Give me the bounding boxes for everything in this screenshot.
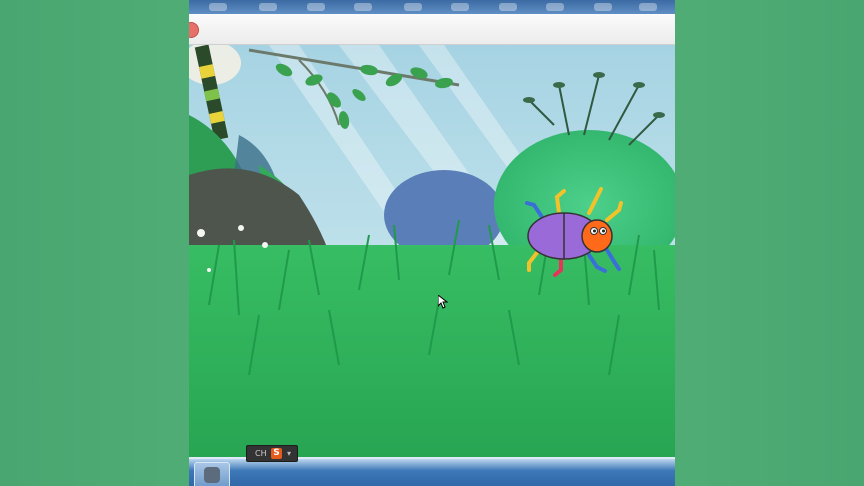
scratch-stage[interactable] [189, 45, 675, 457]
grass-field [189, 245, 675, 457]
ime-mode-label[interactable]: CH [255, 446, 267, 461]
mouse-pointer-icon [438, 295, 448, 309]
close-window-button[interactable] [189, 22, 199, 38]
screen: CH S ▾ [189, 0, 675, 486]
ime-toolbar[interactable]: CH S ▾ [246, 445, 298, 462]
taskbar-app-button[interactable] [194, 462, 230, 486]
scratch-app-icon [204, 467, 220, 483]
sogou-ime-icon[interactable]: S [271, 448, 282, 459]
ime-menu-arrow-icon[interactable]: ▾ [287, 446, 291, 461]
top-desktop-strip [189, 0, 675, 14]
window-title-bar [189, 14, 675, 45]
